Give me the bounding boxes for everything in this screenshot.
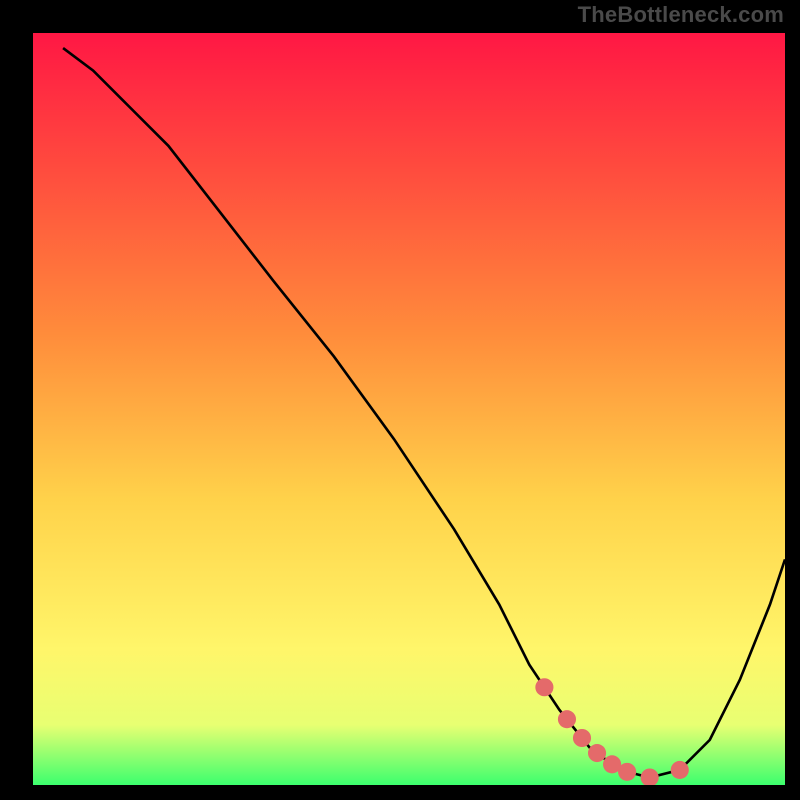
bottleneck-curve: [33, 33, 785, 785]
curve-main-line: [63, 48, 785, 777]
plot-area: [32, 32, 786, 786]
watermark-text: TheBottleneck.com: [578, 2, 784, 28]
chart-frame: TheBottleneck.com: [0, 0, 800, 800]
curve-optimal-markers: [544, 687, 679, 777]
